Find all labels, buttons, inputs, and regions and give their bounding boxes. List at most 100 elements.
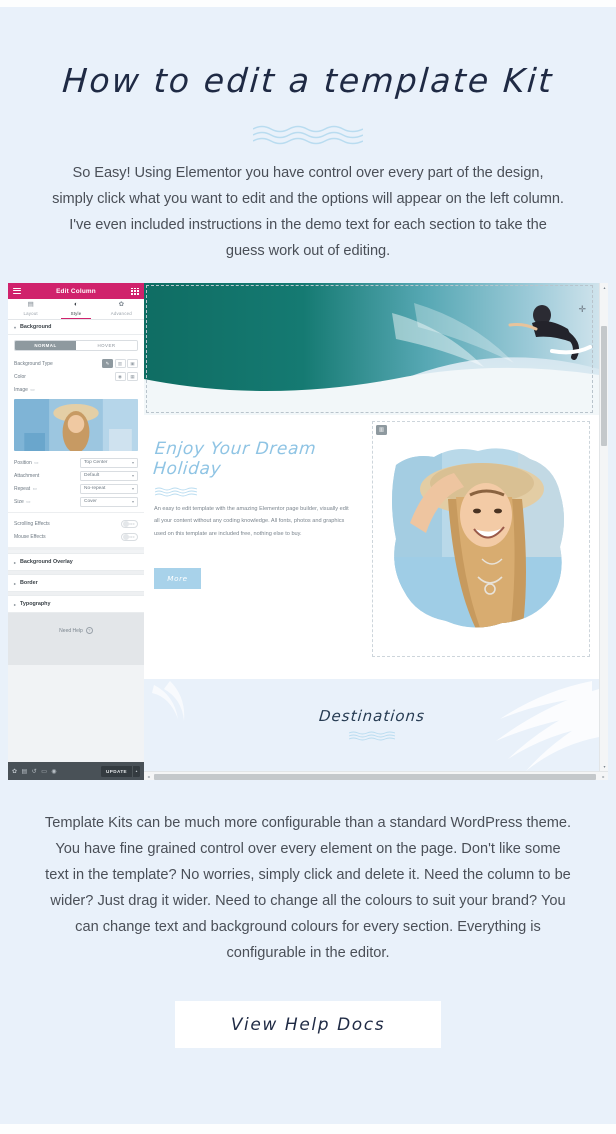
preview-destinations-title: Destinations: [317, 707, 426, 725]
caret-down-icon[interactable]: ▾: [600, 762, 608, 771]
color-swatch-icon[interactable]: ◉: [114, 372, 126, 381]
preview-more-button[interactable]: More: [154, 568, 201, 589]
caret-up-icon[interactable]: ▴: [600, 283, 608, 292]
need-help-label: Need Help: [59, 627, 83, 634]
preview-destinations-section: Destinations: [144, 679, 599, 771]
size-select[interactable]: Cover ▾: [80, 496, 138, 507]
tab-style[interactable]: ◐ Style: [53, 299, 98, 320]
attachment-value: Default: [84, 473, 100, 478]
trash-icon[interactable]: ▤: [22, 768, 28, 775]
panel-footer: ✿ ▤ ↺ ▭ ◉ UPDATE ▴: [8, 762, 144, 780]
preview-icon[interactable]: ◉: [51, 768, 56, 775]
scrolling-effects-state: OFF: [128, 521, 135, 526]
destinations-wave-icon: [348, 731, 395, 741]
hamburger-icon[interactable]: [13, 287, 21, 295]
update-button-group[interactable]: UPDATE ▴: [101, 765, 140, 777]
row-color: Color ◉ ▦: [14, 370, 138, 383]
chevron-right-icon: ▸: [14, 601, 17, 607]
responsive-icon[interactable]: ▭: [26, 499, 30, 505]
section-background-overlay-title: Background Overlay: [20, 559, 73, 565]
preview-heading: Enjoy Your Dream Holiday: [152, 439, 318, 479]
scrolling-effects-toggle[interactable]: OFF: [121, 519, 138, 528]
chevron-down-icon: ▾: [131, 473, 134, 478]
state-normal[interactable]: NORMAL: [15, 341, 76, 350]
question-circle-icon[interactable]: ?: [85, 627, 93, 634]
horizontal-scrollbar-thumb[interactable]: [154, 773, 596, 780]
update-button[interactable]: UPDATE: [101, 765, 132, 777]
row-background-type: Background Type ✎ ▥ ▣: [14, 357, 138, 370]
bottom-edge-strip: [0, 1124, 616, 1134]
preview-photo[interactable]: [382, 437, 578, 637]
responsive-icon[interactable]: ▭: [30, 387, 34, 393]
section-background-title: Background: [20, 324, 52, 330]
repeat-select[interactable]: No-repeat ▾: [80, 483, 138, 494]
need-help-area[interactable]: Need Help ?: [8, 613, 144, 665]
preview-wave-icon: [155, 487, 197, 497]
caret-left-icon[interactable]: ◂: [144, 772, 153, 780]
label-mouse-effects: Mouse Effects: [14, 533, 46, 540]
bg-type-classic-button[interactable]: ✎: [102, 359, 113, 368]
section-background-header[interactable]: ▾ Background: [8, 320, 144, 335]
label-position: Position ▭: [14, 460, 39, 466]
responsive-icon[interactable]: ▭: [33, 486, 37, 492]
tab-layout[interactable]: ▤ Layout: [8, 299, 53, 319]
row-scrolling-effects: Scrolling Effects OFF: [14, 517, 138, 530]
repeat-value: No-repeat: [84, 486, 106, 491]
section-border-title: Border: [20, 580, 38, 586]
color-controls[interactable]: ◉ ▦: [114, 372, 138, 381]
grid-icon[interactable]: [131, 287, 139, 295]
panel-gap: [8, 547, 144, 550]
contrast-icon: ◐: [74, 301, 78, 309]
state-toggle[interactable]: NORMAL HOVER: [14, 340, 138, 351]
page-title: How to edit a template Kit: [61, 61, 555, 100]
preview-paragraph: An easy to edit template with the amazin…: [154, 506, 349, 537]
columns-icon[interactable]: ▥: [376, 425, 387, 435]
editor-preview-canvas: ✛ ‹ ▥ Enjoy Your Dream Holiday An easy t…: [144, 283, 608, 780]
chevron-down-icon: ▾: [131, 499, 134, 504]
top-edge-strip: [0, 0, 616, 7]
preview-horizontal-scrollbar[interactable]: ◂ ▸: [144, 771, 608, 780]
state-hover[interactable]: HOVER: [76, 341, 137, 350]
panel-title: Edit Column: [56, 287, 96, 295]
settings-icon[interactable]: ✿: [12, 768, 17, 775]
intro-paragraph: So Easy! Using Elementor you have contro…: [52, 165, 564, 259]
bg-type-slideshow-button[interactable]: ▣: [127, 359, 138, 368]
preview-hero-image[interactable]: ✛: [144, 283, 599, 415]
row-size: Size ▭ Cover ▾: [14, 495, 138, 508]
caret-right-icon[interactable]: ▸: [599, 772, 608, 780]
view-help-docs-button[interactable]: View Help Docs: [175, 1001, 441, 1048]
attachment-select[interactable]: Default ▾: [80, 470, 138, 481]
vertical-scrollbar-thumb[interactable]: [601, 326, 607, 446]
chevron-up-icon[interactable]: ▴: [132, 765, 140, 777]
tab-layout-label: Layout: [23, 310, 38, 316]
responsive-icon[interactable]: ▭: [34, 460, 38, 466]
effects-group: Scrolling Effects OFF Mouse Effects OFF: [8, 512, 144, 547]
bg-type-gradient-button[interactable]: ▥: [114, 359, 126, 368]
history-icon[interactable]: ↺: [32, 768, 37, 775]
section-typography[interactable]: ▸ Typography: [8, 595, 144, 613]
section-background-body: NORMAL HOVER Background Type ✎ ▥ ▣ Color…: [8, 335, 144, 512]
section-typography-title: Typography: [20, 601, 51, 607]
responsive-icon[interactable]: ▭: [41, 768, 47, 775]
mouse-effects-state: OFF: [128, 534, 135, 539]
background-type-buttons[interactable]: ✎ ▥ ▣: [102, 359, 138, 368]
mouse-effects-toggle[interactable]: OFF: [121, 532, 138, 541]
background-image-thumbnail[interactable]: [14, 399, 138, 451]
plus-icon[interactable]: ✛: [578, 305, 586, 314]
panel-header: Edit Column: [8, 283, 144, 299]
label-size-text: Size: [14, 498, 24, 505]
tab-advanced[interactable]: ✿ Advanced: [99, 299, 144, 319]
section-background-overlay[interactable]: ▸ Background Overlay: [8, 553, 144, 571]
preview-vertical-scrollbar[interactable]: ▴ ▾: [599, 283, 608, 771]
label-scrolling-effects: Scrolling Effects: [14, 520, 50, 527]
tab-style-label: Style: [70, 310, 82, 316]
preview-content-section: ▥ Enjoy Your Dream Holiday An easy to ed…: [144, 415, 599, 695]
position-select[interactable]: Top Center ▾: [80, 457, 138, 468]
wave-divider-icon: [253, 124, 363, 146]
panel-tabs: ▤ Layout ◐ Style ✿ Advanced: [8, 299, 144, 320]
section-border[interactable]: ▸ Border: [8, 574, 144, 592]
chevron-right-icon: ▸: [14, 559, 17, 565]
label-image-text: Image: [14, 386, 28, 393]
label-position-text: Position: [14, 459, 32, 466]
color-reset-icon[interactable]: ▦: [127, 372, 138, 381]
